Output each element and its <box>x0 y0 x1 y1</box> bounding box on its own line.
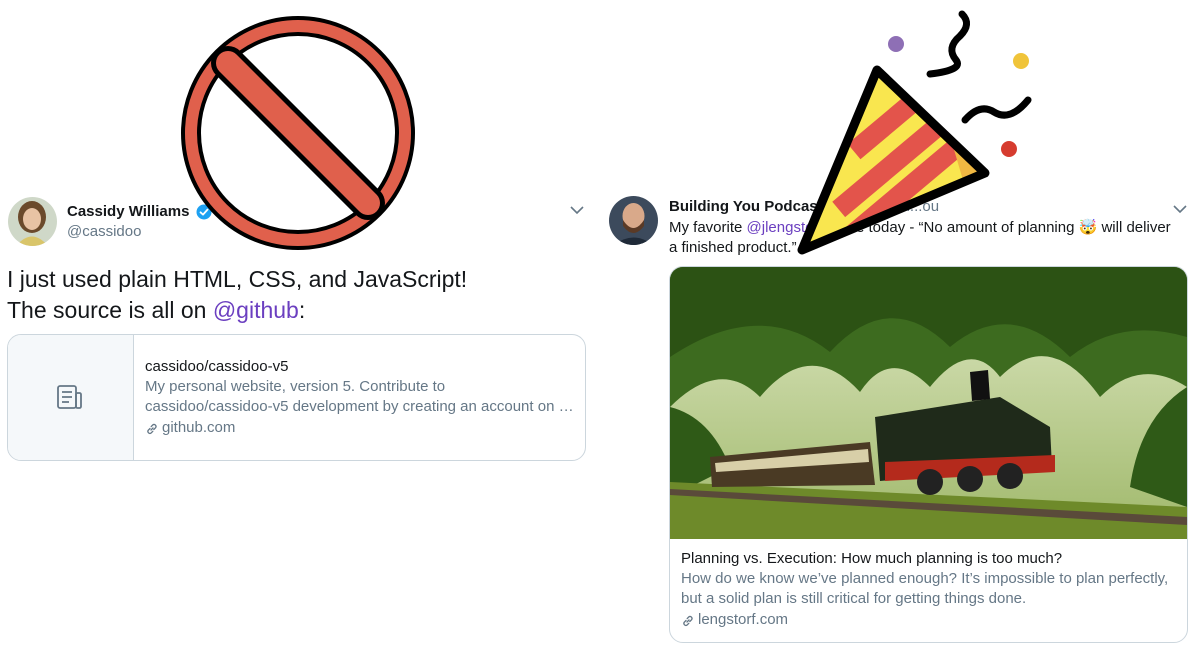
card-image <box>670 267 1187 539</box>
card-domain: lengstorf.com <box>681 609 1181 631</box>
card-title: cassidoo/cassidoo-v5 <box>145 358 289 375</box>
user-handle[interactable]: @cassidoo <box>67 223 141 240</box>
display-name[interactable]: Cassidy Williams <box>67 203 189 220</box>
tweet-text-fragment: My favorite <box>669 219 747 236</box>
mention-link[interactable]: @github <box>213 297 299 323</box>
link-preview-card[interactable]: cassidoo/cassidoo-v5 My personal website… <box>7 334 586 461</box>
tweet-text-fragment: The source is all on <box>7 297 213 323</box>
card-description: How do we know we’ve planned enough? It’… <box>681 570 1169 607</box>
card-thumbnail <box>8 335 134 460</box>
card-domain: github.com <box>145 417 575 439</box>
chevron-down-icon[interactable] <box>569 203 585 215</box>
tweet-text-line: I just used plain HTML, CSS, and JavaScr… <box>7 266 468 292</box>
link-preview-card[interactable]: Planning vs. Execution: How much plannin… <box>669 266 1188 643</box>
tweet-text-fragment: : <box>298 297 306 323</box>
link-icon <box>681 613 695 627</box>
avatar-building-you[interactable] <box>609 196 658 245</box>
card-description-line: cassidoo/cassidoo-v5 development by crea… <box>145 398 575 415</box>
card-domain-text: lengstorf.com <box>698 611 789 628</box>
tweet-text: I just used plain HTML, CSS, and JavaScr… <box>7 264 467 326</box>
chevron-down-icon[interactable] <box>1172 202 1188 214</box>
document-icon <box>57 385 82 409</box>
card-description-line: My personal website, version 5. Contribu… <box>145 378 446 395</box>
link-icon <box>145 421 159 435</box>
card-description: My personal website, version 5. Contribu… <box>145 377 575 417</box>
card-title: Planning vs. Execution: How much plannin… <box>681 550 1063 567</box>
card-domain-text: github.com <box>162 419 236 436</box>
tweet-text-line: The source is all on @github: <box>7 295 467 326</box>
prohibited-icon <box>181 16 415 250</box>
avatar-cassidy[interactable] <box>8 197 57 246</box>
party-popper-icon <box>797 10 1032 255</box>
